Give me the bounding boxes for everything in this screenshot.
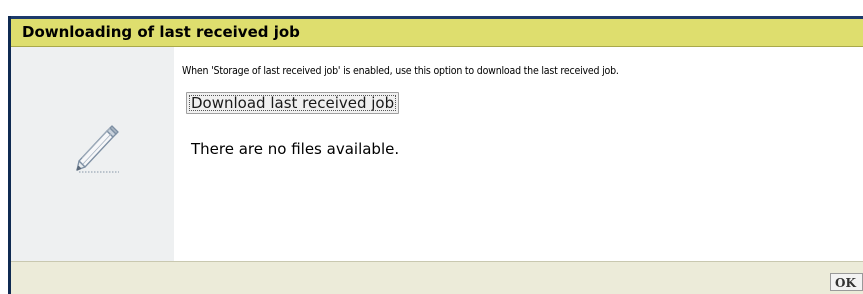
dialog-footer: OK bbox=[11, 261, 863, 294]
page: Downloading of last received job When 'S… bbox=[0, 0, 863, 294]
description-text: When 'Storage of last received job' is e… bbox=[182, 65, 619, 77]
pencil-icon bbox=[76, 125, 119, 173]
content-pane: When 'Storage of last received job' is e… bbox=[174, 47, 863, 261]
ok-button[interactable]: OK bbox=[830, 273, 863, 291]
download-dialog: Downloading of last received job When 'S… bbox=[8, 16, 863, 294]
no-files-status: There are no files available. bbox=[191, 140, 400, 158]
download-last-received-job-button[interactable]: Download last received job bbox=[186, 92, 400, 114]
icon-pane bbox=[11, 47, 174, 261]
dialog-title: Downloading of last received job bbox=[11, 16, 863, 47]
